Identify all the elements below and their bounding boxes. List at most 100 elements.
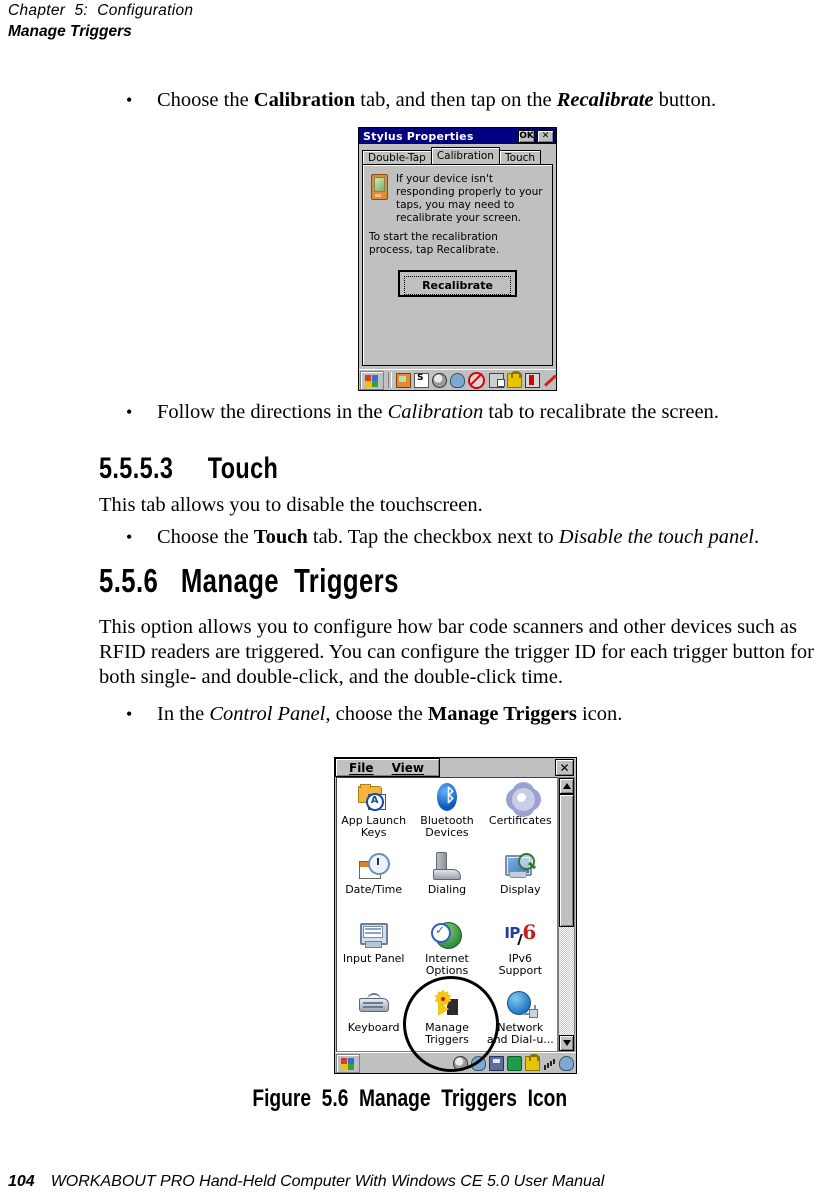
cp-item-label: Internet Options xyxy=(425,952,469,977)
bullet-item-choose-calibration: • Choose the Calibration tab, and then t… xyxy=(99,88,819,113)
windows-start-icon[interactable] xyxy=(336,1053,360,1073)
bullet-text: In the Control Panel, choose the Manage … xyxy=(157,702,819,727)
recalibrate-button-label: Recalibrate xyxy=(404,276,511,295)
page-footer: 104 WORKABOUT PRO Hand-Held Computer With… xyxy=(8,1173,604,1191)
text-fragment: icon. xyxy=(576,703,623,725)
stylus-pen-icon[interactable] xyxy=(543,374,556,387)
menu-view[interactable]: View xyxy=(383,761,433,775)
scrollbar-track[interactable] xyxy=(559,794,574,1035)
internet-options-icon xyxy=(430,920,464,952)
cp-item-app-launch-keys[interactable]: A App Launch Keys xyxy=(337,782,410,851)
cp-item-keyboard[interactable]: Keyboard xyxy=(337,989,410,1051)
figure-caption: Figure 5.6 Manage Triggers Icon xyxy=(0,1085,819,1113)
globe-icon[interactable] xyxy=(453,1055,468,1071)
cp-item-dialing[interactable]: Dialing xyxy=(410,851,483,920)
calibration-message-1: If your device isn't responding properly… xyxy=(396,173,543,224)
bullet-item-control-panel: • In the Control Panel, choose the Manag… xyxy=(99,702,819,727)
plug-icon[interactable] xyxy=(471,1055,486,1071)
text-fragment: In the xyxy=(157,703,210,725)
paragraph-touch: This tab allows you to disable the touch… xyxy=(99,494,483,516)
ok-button[interactable]: OK xyxy=(518,129,535,143)
windows-start-icon[interactable] xyxy=(360,370,384,390)
heading-title: Manage Triggers xyxy=(180,562,399,599)
tab-double-tap[interactable]: Double-Tap xyxy=(362,150,432,164)
scroll-down-arrow-icon[interactable] xyxy=(559,1035,574,1051)
globe-icon[interactable] xyxy=(432,372,447,388)
bullet-item-choose-touch: • Choose the Touch tab. Tap the checkbox… xyxy=(99,525,819,550)
network-icon[interactable] xyxy=(489,372,505,388)
lock-icon[interactable] xyxy=(507,370,522,388)
scrollbar-thumb[interactable] xyxy=(559,794,574,927)
document-s-icon[interactable] xyxy=(414,372,429,388)
bluetooth-devices-icon: ᛒ xyxy=(430,782,464,814)
phone-icon[interactable] xyxy=(507,1055,522,1071)
cp-item-label: Certificates xyxy=(488,814,552,827)
italic-control-panel: Control Panel xyxy=(209,703,326,725)
scroll-up-arrow-icon[interactable] xyxy=(559,778,574,794)
stylus-properties-dialog: Stylus Properties OK ✕ Double-Tap Calibr… xyxy=(358,127,557,391)
cp-item-date-time[interactable]: Date/Time xyxy=(337,851,410,920)
text-fragment: . xyxy=(753,526,760,548)
cp-item-label: Dialing xyxy=(427,883,467,896)
text-fragment: tab, and then tap on the xyxy=(355,89,557,111)
lock-icon[interactable] xyxy=(525,1053,540,1071)
pda-device-icon xyxy=(371,174,388,200)
disk-icon[interactable] xyxy=(489,1055,504,1071)
app-launch-keys-icon: A xyxy=(357,782,391,814)
bullet-marker: • xyxy=(126,402,133,422)
heading-title: Touch xyxy=(207,452,279,485)
cp-item-certificates[interactable]: Certificates xyxy=(484,782,557,851)
pda-device-icon[interactable] xyxy=(396,372,411,388)
figure-caption-text: Figure 5.6 Manage Triggers Icon xyxy=(252,1085,567,1112)
heading-number: 5.5.5.3 xyxy=(99,452,174,485)
recalibrate-button-wrap: Recalibrate xyxy=(363,270,552,297)
bullet-marker: • xyxy=(126,527,133,547)
menu-group: File View xyxy=(335,758,440,777)
heading-manage-triggers: 5.5.6 Manage Triggers xyxy=(99,562,399,600)
ipv6-support-icon: IP 6 xyxy=(504,920,537,945)
bullet-marker: • xyxy=(126,90,133,110)
signal-bars-icon[interactable] xyxy=(543,1057,556,1070)
cp-item-bluetooth-devices[interactable]: ᛒ Bluetooth Devices xyxy=(410,782,483,851)
bullet-text: Follow the directions in the Calibration… xyxy=(157,400,819,425)
control-panel-body: A App Launch Keys ᛒ Bluetooth Devices Ce… xyxy=(336,777,575,1052)
cp-item-network-and-dialup[interactable]: Network and Dial-u... xyxy=(484,989,557,1051)
cp-item-internet-options[interactable]: Internet Options xyxy=(410,920,483,989)
cp-item-input-panel[interactable]: Input Panel xyxy=(337,920,410,989)
text-fragment: tab to recalibrate the screen. xyxy=(483,401,719,423)
power-plug-icon[interactable] xyxy=(559,1055,574,1071)
tab-calibration[interactable]: Calibration xyxy=(430,147,500,164)
dialog-titlebar: Stylus Properties OK ✕ xyxy=(359,128,556,144)
icon-grid: A App Launch Keys ᛒ Bluetooth Devices Ce… xyxy=(337,778,557,1051)
close-icon[interactable]: ✕ xyxy=(537,129,554,143)
tab-touch[interactable]: Touch xyxy=(498,150,542,164)
network-dialup-icon xyxy=(503,989,539,1021)
close-icon[interactable]: ✕ xyxy=(555,759,574,776)
bold-calibration: Calibration xyxy=(253,89,356,111)
recalibrate-button[interactable]: Recalibrate xyxy=(398,270,517,297)
text-fragment: tab. Tap the checkbox next to xyxy=(307,526,559,548)
display-icon xyxy=(503,851,537,883)
scanner-disabled-icon[interactable] xyxy=(468,371,485,389)
menu-file[interactable]: File xyxy=(340,761,383,775)
cp-item-label: Input Panel xyxy=(342,952,405,965)
vertical-scrollbar[interactable] xyxy=(558,777,575,1052)
paragraph-manage-triggers: This option allows you to configure how … xyxy=(99,616,814,688)
bold-touch: Touch xyxy=(253,526,308,548)
certificates-icon xyxy=(503,782,539,814)
cp-item-ipv6-support[interactable]: IP 6 IPv6 Support xyxy=(484,920,557,989)
plug-icon[interactable] xyxy=(450,372,465,388)
cp-item-manage-triggers[interactable]: Manage Triggers xyxy=(410,989,483,1051)
dialog-tabstrip: Double-Tap Calibration Touch xyxy=(359,146,556,164)
manage-triggers-icon xyxy=(430,989,464,1021)
dialing-icon xyxy=(430,851,464,883)
cp-item-display[interactable]: Display xyxy=(484,851,557,920)
battery-icon[interactable] xyxy=(525,372,540,388)
cp-item-label: IPv6 Support xyxy=(498,952,543,977)
bullet-text: Choose the Calibration tab, and then tap… xyxy=(157,88,819,113)
cp-item-label: Date/Time xyxy=(345,883,403,896)
cp-item-label: Bluetooth Devices xyxy=(420,814,474,839)
header-section-title: Manage Triggers xyxy=(8,23,132,40)
text-fragment: Choose the xyxy=(157,89,254,111)
icon-grid-container: A App Launch Keys ᛒ Bluetooth Devices Ce… xyxy=(336,777,558,1052)
